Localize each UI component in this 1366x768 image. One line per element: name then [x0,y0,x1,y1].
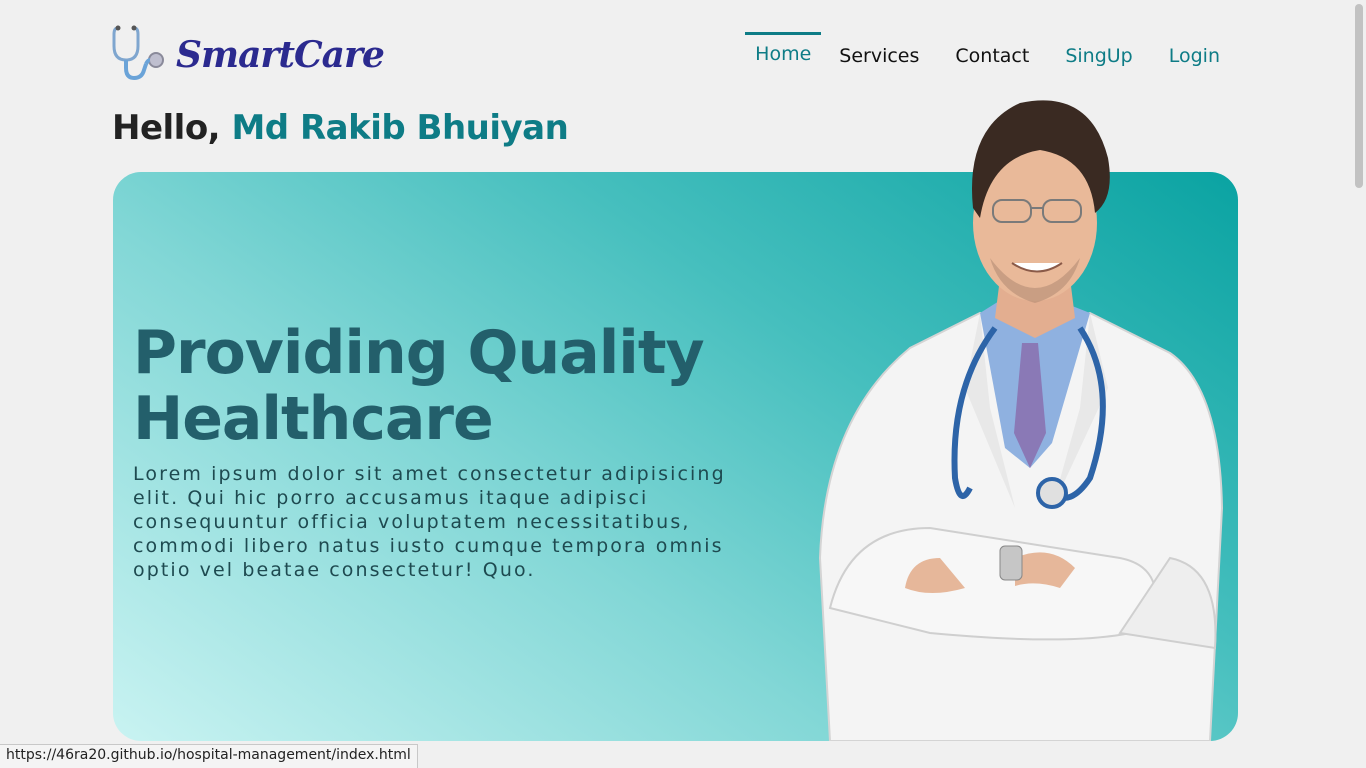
scrollbar-thumb[interactable] [1355,4,1363,188]
nav-services[interactable]: Services [821,32,937,74]
hero-description: Lorem ipsum dolor sit amet consectetur a… [133,463,726,581]
nav-contact[interactable]: Contact [937,32,1047,74]
nav-home[interactable]: Home [745,32,822,74]
main-nav: Home Services Contact SingUp Login [745,32,1238,74]
nav-signup[interactable]: SingUp [1047,32,1150,74]
page-scrollbar[interactable] [1352,0,1366,768]
nav-login[interactable]: Login [1151,32,1238,74]
status-bar-url: https://46ra20.github.io/hospital-manage… [0,744,418,768]
logo[interactable]: SmartCare [112,24,385,86]
doctor-illustration [790,88,1250,742]
stethoscope-icon [112,24,170,86]
hero-title-line1: Providing Quality [133,318,705,388]
greeting-prefix: Hello, [112,108,221,148]
hero-title: Providing Quality Healthcare [133,320,773,452]
user-name: Md Rakib Bhuiyan [231,108,569,148]
greeting-heading: Hello, Md Rakib Bhuiyan [112,108,569,148]
logo-text: SmartCare [176,34,385,76]
hero-title-line2: Healthcare [133,384,494,454]
